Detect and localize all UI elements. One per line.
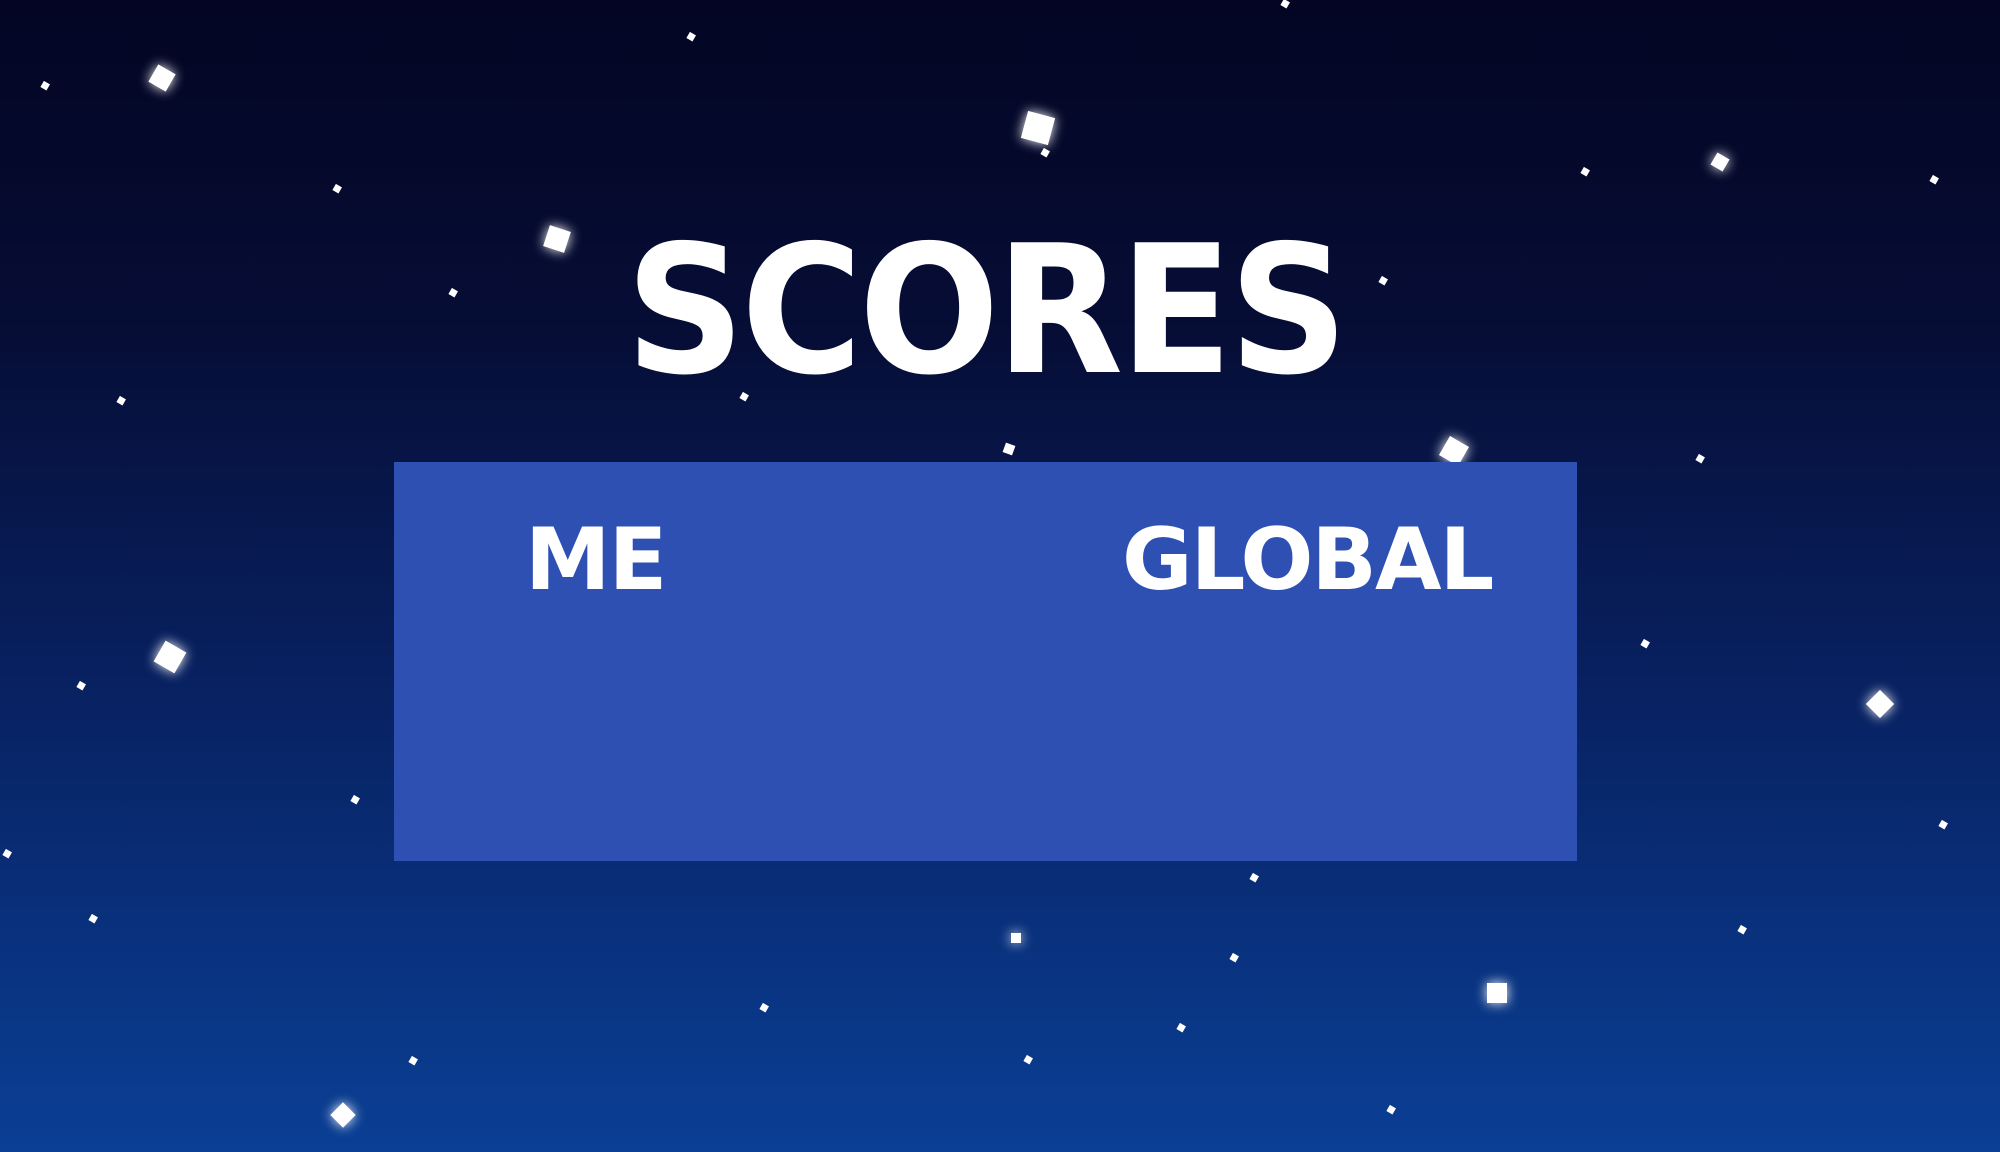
- star: [1249, 872, 1259, 883]
- star: [76, 680, 86, 691]
- star: [148, 64, 176, 92]
- star: [1020, 110, 1056, 146]
- star: [1710, 152, 1730, 172]
- star: [1386, 1104, 1396, 1115]
- star: [332, 183, 342, 194]
- star: [330, 1102, 356, 1128]
- star: [2, 848, 12, 859]
- star: [1040, 147, 1050, 158]
- star: [1640, 638, 1650, 649]
- tab-me[interactable]: ME: [525, 517, 667, 603]
- star: [40, 80, 50, 91]
- star: [88, 913, 98, 924]
- scores-title: SCORES: [625, 207, 1349, 414]
- star: [1011, 933, 1021, 943]
- star: [408, 1055, 418, 1066]
- star: [759, 1002, 769, 1013]
- star: [1695, 453, 1705, 464]
- star: [1229, 952, 1239, 963]
- star: [1865, 689, 1895, 719]
- star: [1929, 174, 1939, 185]
- star: [1580, 166, 1590, 177]
- star: [153, 640, 187, 674]
- star: [1002, 442, 1016, 456]
- tab-global[interactable]: GLOBAL: [1122, 517, 1494, 603]
- star: [1737, 924, 1747, 935]
- star: [1176, 1022, 1186, 1033]
- star: [1938, 819, 1948, 830]
- star: [1487, 983, 1507, 1003]
- star: [686, 31, 696, 42]
- star: [1280, 0, 1290, 9]
- scores-panel: ME GLOBAL: [394, 462, 1577, 861]
- star: [350, 794, 360, 805]
- star: [1023, 1054, 1033, 1065]
